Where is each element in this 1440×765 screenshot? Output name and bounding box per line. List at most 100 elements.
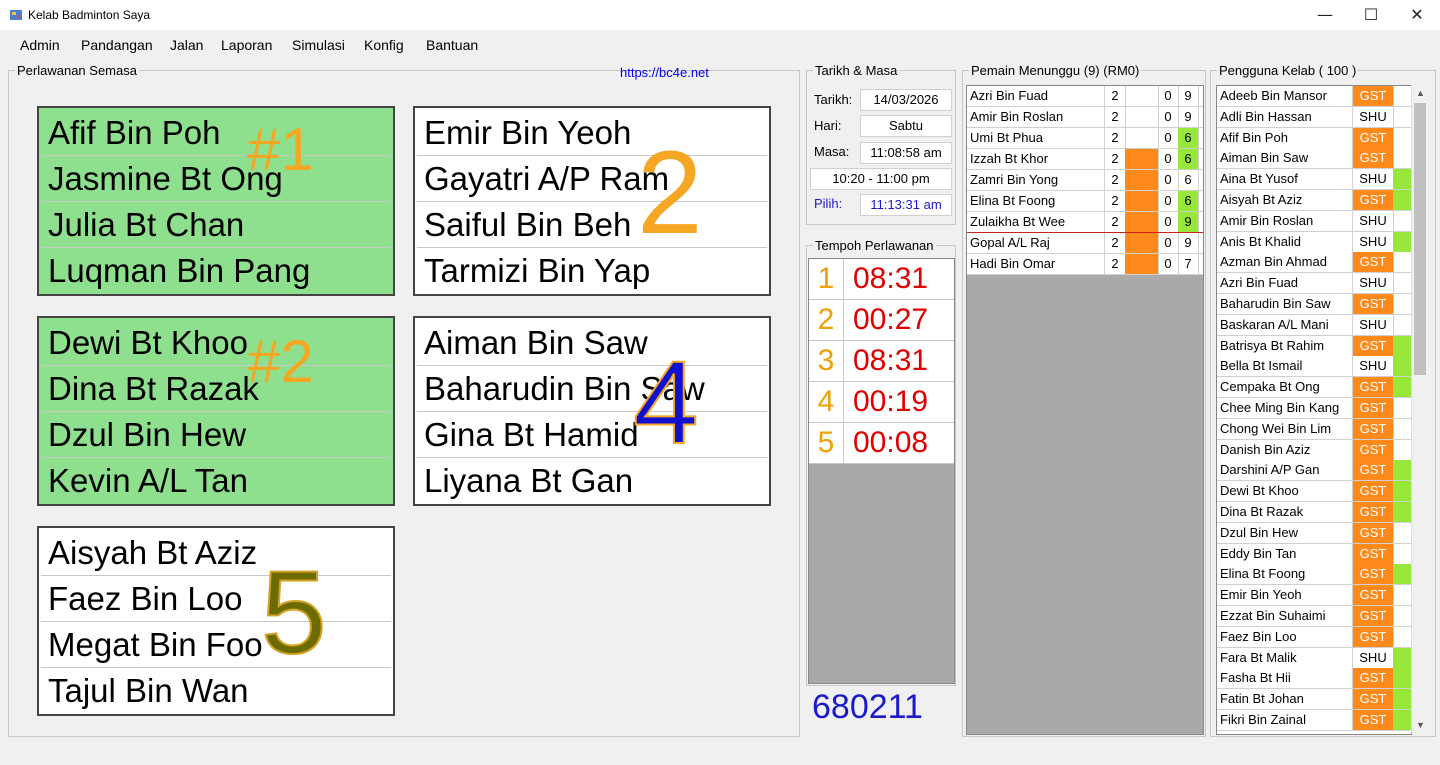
- session-field[interactable]: 10:20 - 11:00 pm: [810, 168, 952, 190]
- scroll-down-icon[interactable]: ▼: [1412, 717, 1429, 733]
- member-row[interactable]: Adli Bin Hassan SHU: [1217, 106, 1412, 128]
- member-name: Darshini A/P Gan: [1217, 460, 1353, 481]
- member-row[interactable]: Emir Bin Yeoh GST: [1217, 585, 1412, 607]
- member-row[interactable]: Elina Bt Foong GST: [1217, 564, 1412, 586]
- scroll-up-icon[interactable]: ▲: [1412, 85, 1429, 101]
- member-row[interactable]: Baskaran A/L Mani SHU: [1217, 314, 1412, 336]
- waiting-row[interactable]: Hadi Bin Omar 2 0 7: [967, 254, 1203, 275]
- player-slot[interactable]: Saiful Bin Beh: [417, 202, 767, 248]
- member-row[interactable]: Bella Bt Ismail SHU: [1217, 356, 1412, 378]
- member-type: SHU: [1353, 314, 1394, 335]
- duration-court: 5: [809, 423, 844, 463]
- player-slot[interactable]: Aiman Bin Saw: [417, 320, 767, 366]
- waiting-row[interactable]: Azri Bin Fuad 2 0 9: [967, 86, 1203, 107]
- members-scrollbar[interactable]: ▲ ▼: [1411, 85, 1429, 733]
- menu-jalan[interactable]: Jalan: [170, 37, 203, 53]
- member-row[interactable]: Fara Bt Malik SHU: [1217, 647, 1412, 669]
- member-row[interactable]: Chee Ming Bin Kang GST: [1217, 398, 1412, 419]
- member-row[interactable]: Cempaka Bt Ong GST: [1217, 377, 1412, 399]
- waiting-status: [1125, 86, 1159, 106]
- waiting-rest: 9: [1178, 233, 1199, 253]
- waiting-row[interactable]: Zulaikha Bt Wee 2 0 9: [967, 212, 1203, 234]
- pick-field[interactable]: 11:13:31 am: [860, 194, 952, 216]
- player-slot[interactable]: Dewi Bt Khoo: [41, 320, 391, 366]
- player-slot[interactable]: Tarmizi Bin Yap: [417, 248, 767, 293]
- member-row[interactable]: Dzul Bin Hew GST: [1217, 522, 1412, 544]
- member-row[interactable]: Afif Bin Poh GST: [1217, 127, 1412, 149]
- member-row[interactable]: Eddy Bin Tan GST: [1217, 543, 1412, 565]
- waiting-rest: 9: [1178, 212, 1199, 232]
- menu-laporan[interactable]: Laporan: [221, 37, 272, 53]
- member-row[interactable]: Batrisya Bt Rahim GST: [1217, 335, 1412, 357]
- menu-konfig[interactable]: Konfig: [364, 37, 404, 53]
- player-slot[interactable]: Afif Bin Poh: [41, 110, 391, 156]
- player-slot[interactable]: Dina Bt Razak: [41, 366, 391, 412]
- member-row[interactable]: Dina Bt Razak GST: [1217, 502, 1412, 523]
- waiting-row[interactable]: Izzah Bt Khor 2 0 6: [967, 149, 1203, 170]
- minimize-button[interactable]: —: [1302, 0, 1348, 30]
- player-slot[interactable]: Dzul Bin Hew: [41, 412, 391, 458]
- player-slot[interactable]: Emir Bin Yeoh: [417, 110, 767, 156]
- member-row[interactable]: Anis Bt Khalid SHU: [1217, 231, 1412, 253]
- member-row[interactable]: Azri Bin Fuad SHU: [1217, 273, 1412, 295]
- court-5-card[interactable]: Aisyah Bt Aziz Faez Bin Loo Megat Bin Fo…: [37, 526, 395, 716]
- court-1-card[interactable]: Afif Bin Poh Jasmine Bt Ong Julia Bt Cha…: [37, 106, 395, 296]
- member-row[interactable]: Chong Wei Bin Lim GST: [1217, 418, 1412, 440]
- player-slot[interactable]: Faez Bin Loo: [41, 576, 391, 622]
- player-slot[interactable]: Julia Bt Chan: [41, 202, 391, 248]
- member-flag: [1393, 356, 1412, 377]
- day-field[interactable]: Sabtu: [860, 115, 952, 137]
- member-row[interactable]: Faez Bin Loo GST: [1217, 626, 1412, 648]
- scroll-thumb[interactable]: [1414, 103, 1426, 375]
- member-row[interactable]: Dewi Bt Khoo GST: [1217, 481, 1412, 503]
- menu-admin[interactable]: Admin: [20, 37, 60, 53]
- date-field[interactable]: 14/03/2026: [860, 89, 952, 111]
- player-slot[interactable]: Kevin A/L Tan: [41, 458, 391, 503]
- waiting-row[interactable]: Elina Bt Foong 2 0 6: [967, 191, 1203, 212]
- member-name: Azman Bin Ahmad: [1217, 252, 1353, 273]
- player-slot[interactable]: Megat Bin Foo: [41, 622, 391, 668]
- waiting-row[interactable]: Gopal A/L Raj 2 0 9: [967, 233, 1203, 254]
- member-name: Eddy Bin Tan: [1217, 543, 1353, 564]
- member-row[interactable]: Aina Bt Yusof SHU: [1217, 169, 1412, 191]
- waiting-status: [1125, 149, 1159, 169]
- player-slot[interactable]: Tajul Bin Wan: [41, 668, 391, 713]
- menu-pandangan[interactable]: Pandangan: [81, 37, 153, 53]
- waiting-list[interactable]: Azri Bin Fuad 2 0 9 Amir Bin Roslan 2 0 9 Umi Bt…: [966, 85, 1204, 735]
- member-row[interactable]: Amir Bin Roslan SHU: [1217, 210, 1412, 232]
- member-row[interactable]: Aisyah Bt Aziz GST: [1217, 190, 1412, 211]
- court-4-card[interactable]: Aiman Bin Saw Baharudin Bin Saw Gina Bt …: [413, 316, 771, 506]
- member-type: GST: [1353, 710, 1394, 730]
- member-row[interactable]: Fatin Bt Johan GST: [1217, 689, 1412, 711]
- player-slot[interactable]: Baharudin Bin Saw: [417, 366, 767, 412]
- waiting-row[interactable]: Umi Bt Phua 2 0 6: [967, 128, 1203, 149]
- player-slot[interactable]: Gina Bt Hamid: [417, 412, 767, 458]
- player-slot[interactable]: Aisyah Bt Aziz: [41, 530, 391, 576]
- close-button[interactable]: ✕: [1394, 0, 1440, 30]
- player-slot[interactable]: Liyana Bt Gan: [417, 458, 767, 503]
- member-row[interactable]: Baharudin Bin Saw GST: [1217, 294, 1412, 315]
- waiting-row[interactable]: Amir Bin Roslan 2 0 9: [967, 107, 1203, 128]
- player-slot[interactable]: Luqman Bin Pang: [41, 248, 391, 293]
- member-row[interactable]: Aiman Bin Saw GST: [1217, 148, 1412, 170]
- member-row[interactable]: Danish Bin Aziz GST: [1217, 439, 1412, 461]
- member-row[interactable]: Fasha Bt Hii GST: [1217, 668, 1412, 690]
- website-link[interactable]: https://bc4e.net: [620, 65, 709, 80]
- member-row[interactable]: Fikri Bin Zainal GST: [1217, 710, 1412, 731]
- member-row[interactable]: Darshini A/P Gan GST: [1217, 460, 1412, 482]
- members-list[interactable]: Adeeb Bin Mansor GST Adli Bin Hassan SHU Afi…: [1216, 85, 1412, 735]
- member-row[interactable]: Azman Bin Ahmad GST: [1217, 252, 1412, 274]
- menu-simulasi[interactable]: Simulasi: [292, 37, 345, 53]
- time-field[interactable]: 11:08:58 am: [860, 142, 952, 164]
- member-row[interactable]: Ezzat Bin Suhaimi GST: [1217, 606, 1412, 627]
- menu-bantuan[interactable]: Bantuan: [426, 37, 478, 53]
- member-name: Anis Bt Khalid: [1217, 231, 1353, 252]
- player-slot[interactable]: Gayatri A/P Ram: [417, 156, 767, 202]
- player-slot[interactable]: Jasmine Bt Ong: [41, 156, 391, 202]
- member-row[interactable]: Adeeb Bin Mansor GST: [1217, 86, 1412, 107]
- maximize-button[interactable]: ☐: [1348, 0, 1394, 30]
- court-2-card[interactable]: Emir Bin Yeoh Gayatri A/P Ram Saiful Bin…: [413, 106, 771, 296]
- waiting-row[interactable]: Zamri Bin Yong 2 0 6: [967, 170, 1203, 191]
- court-3-card[interactable]: Dewi Bt Khoo Dina Bt Razak Dzul Bin Hew …: [37, 316, 395, 506]
- member-name: Chee Ming Bin Kang: [1217, 398, 1353, 418]
